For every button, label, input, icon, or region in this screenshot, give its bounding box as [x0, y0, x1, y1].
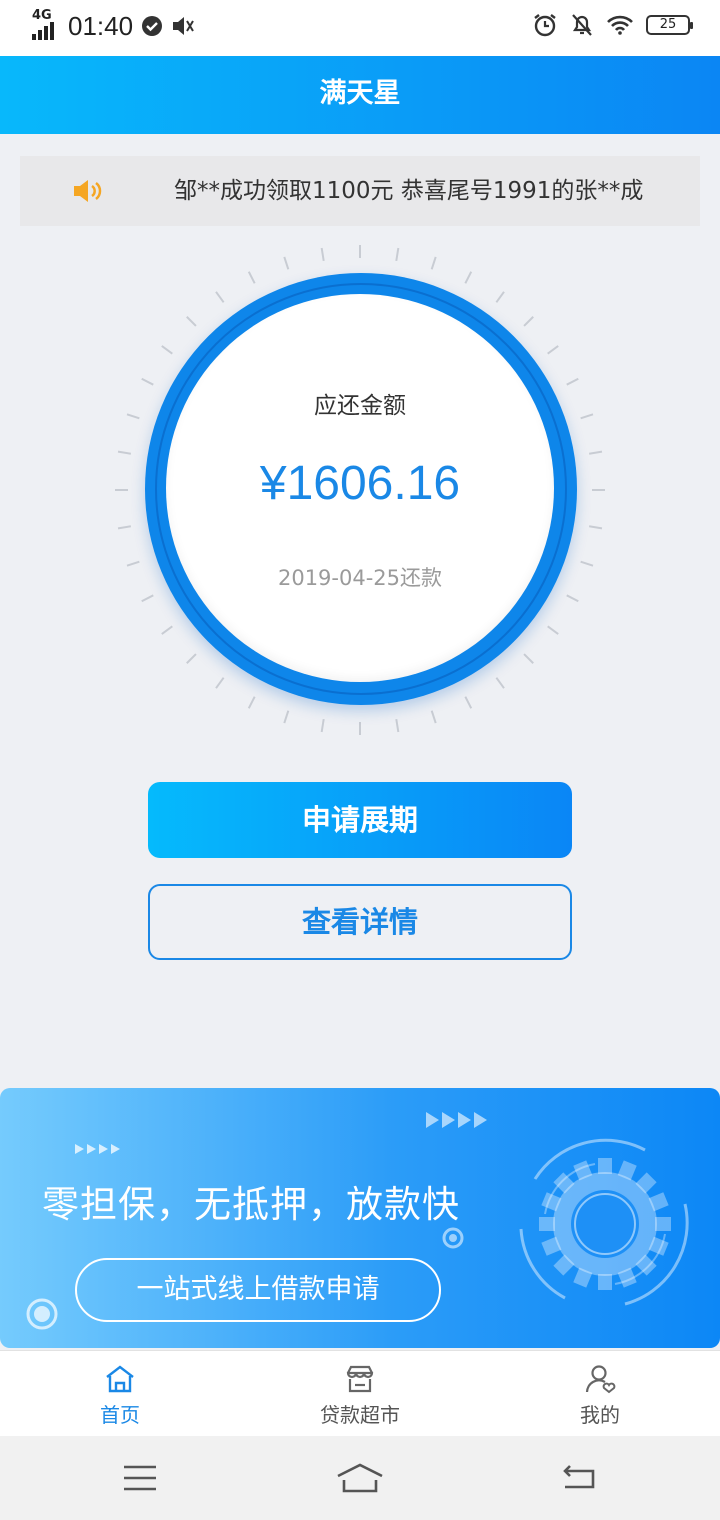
- gauge-tick: [566, 377, 579, 386]
- gauge-tick: [464, 696, 473, 709]
- gauge-tick: [547, 345, 559, 355]
- gauge-tick: [215, 677, 225, 689]
- profile-icon: [585, 1365, 616, 1394]
- notice-text: 邹**成功领取1100元 恭喜尾号1991的张**成功: [174, 178, 644, 204]
- gauge-tick: [495, 677, 505, 689]
- due-date: 2019-04-25还款: [277, 566, 443, 590]
- status-time: 01:40: [68, 10, 134, 41]
- bell-off-icon: [572, 14, 592, 36]
- tab-mine[interactable]: 我的: [480, 1351, 720, 1437]
- gauge-tick: [215, 291, 225, 303]
- gauge-tick: [430, 710, 437, 724]
- gauge-tick: [161, 625, 173, 635]
- gauge-tick: [283, 256, 290, 270]
- gauge-tick: [495, 291, 505, 303]
- promo-banner[interactable]: 零担保，无抵押，放款快 一站式线上借款申请: [0, 1088, 720, 1348]
- bottom-nav: 首页 贷款超市 我的: [0, 1350, 720, 1437]
- gauge-tick: [141, 377, 154, 386]
- gauge-tick: [117, 525, 132, 530]
- system-nav-bar: [0, 1436, 720, 1520]
- gauge-tick: [141, 594, 154, 603]
- gauge-tick: [186, 653, 197, 664]
- home-icon[interactable]: [335, 1462, 385, 1494]
- gauge-tick: [430, 256, 437, 270]
- network-type: 4G: [32, 8, 52, 23]
- gear-icon: [519, 1138, 689, 1306]
- tab-home-label: 首页: [100, 1403, 140, 1427]
- gauge-tick: [117, 450, 132, 455]
- alarm-icon: [534, 14, 556, 37]
- speaker-icon: [74, 180, 102, 202]
- wifi-icon: [607, 15, 633, 35]
- battery-icon: 25: [646, 15, 693, 35]
- tab-loan-market-label: 贷款超市: [320, 1403, 400, 1427]
- gauge-tick: [395, 718, 400, 733]
- apply-extension-button[interactable]: 申请展期: [148, 782, 572, 858]
- gauge-tick: [320, 718, 325, 733]
- menu-icon[interactable]: [122, 1464, 158, 1492]
- gauge-tick: [588, 525, 603, 530]
- status-right: 25: [532, 12, 693, 38]
- app-header: 满天星: [0, 56, 720, 134]
- tab-mine-label: 我的: [580, 1403, 620, 1427]
- gauge-tick: [247, 696, 256, 709]
- gauge-tick: [161, 345, 173, 355]
- signal-indicator: 4G: [30, 8, 60, 42]
- check-circle-icon: [142, 16, 163, 36]
- store-icon: [346, 1365, 374, 1393]
- gauge-tick: [523, 653, 534, 664]
- gauge-tick: [547, 625, 559, 635]
- tab-home[interactable]: 首页: [0, 1351, 240, 1437]
- gauge-tick: [523, 316, 534, 327]
- gauge-tick: [247, 271, 256, 284]
- banner-title: 零担保，无抵押，放款快: [42, 1183, 460, 1226]
- gauge-tick: [566, 594, 579, 603]
- amount-label: 应还金额: [314, 393, 406, 419]
- signal-bars-icon: [32, 22, 54, 40]
- arrows-icon: [426, 1112, 487, 1128]
- gauge-tick: [588, 450, 603, 455]
- home-icon: [106, 1365, 134, 1393]
- notice-marquee[interactable]: 邹**成功领取1100元 恭喜尾号1991的张**成功: [20, 156, 700, 226]
- gauge-tick: [464, 271, 473, 284]
- page-title: 满天星: [319, 78, 401, 109]
- gauge-tick: [320, 247, 325, 262]
- gauge-tick: [283, 710, 290, 724]
- status-bar: 4G 01:40 25: [0, 0, 720, 56]
- gauge-tick: [395, 247, 400, 262]
- amount-value: ¥1606.16: [259, 457, 461, 510]
- status-left: 4G 01:40: [30, 8, 195, 42]
- view-details-button[interactable]: 查看详情: [148, 884, 572, 960]
- back-icon[interactable]: [562, 1462, 598, 1492]
- banner-apply-button[interactable]: 一站式线上借款申请: [75, 1258, 441, 1322]
- mute-icon: [173, 17, 194, 35]
- tab-loan-market[interactable]: 贷款超市: [240, 1351, 480, 1437]
- gauge-tick: [186, 316, 197, 327]
- arrows-icon: [75, 1144, 120, 1154]
